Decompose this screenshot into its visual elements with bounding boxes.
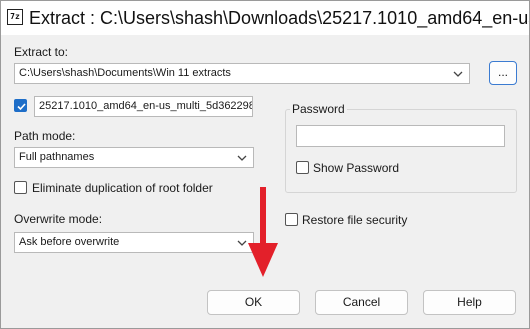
browse-button[interactable]: ... [489,61,517,85]
chevron-down-icon[interactable] [237,154,247,162]
show-password-checkbox[interactable] [296,161,309,174]
overwrite-mode-value: Ask before overwrite [19,236,120,248]
path-mode-value: Full pathnames [19,151,95,163]
restore-security-label: Restore file security [302,213,408,227]
extract-to-value: C:\Users\shash\Documents\Win 11 extracts [19,67,231,79]
password-group [285,109,517,193]
subfolder-name-value: 25217.1010_amd64_en-us_multi_5d362298_ [39,100,252,112]
eliminate-duplication-checkbox[interactable] [14,181,27,194]
checkmark-icon [17,103,26,111]
password-input[interactable] [296,125,505,147]
restore-security-checkbox[interactable] [285,213,298,226]
path-mode-combo[interactable]: Full pathnames [14,147,254,168]
window-title: Extract : C:\Users\shash\Downloads\25217… [29,8,529,28]
overwrite-mode-label: Overwrite mode: [14,212,103,226]
subfolder-checkbox[interactable] [14,99,27,112]
path-mode-label: Path mode: [14,129,76,143]
extract-to-combo[interactable]: C:\Users\shash\Documents\Win 11 extracts [14,63,470,84]
chevron-down-icon[interactable] [453,70,463,78]
password-label: Password [290,102,347,116]
7zip-app-icon: 7z [7,9,23,25]
overwrite-mode-combo[interactable]: Ask before overwrite [14,232,254,253]
extract-dialog: 7z Extract : C:\Users\shash\Downloads\25… [0,0,530,329]
cancel-button[interactable]: Cancel [315,290,408,315]
subfolder-name-input[interactable]: 25217.1010_amd64_en-us_multi_5d362298_ [34,96,253,117]
show-password-label: Show Password [313,161,400,175]
red-arrow-annotation-icon [248,187,278,277]
title-bar[interactable]: 7z Extract : C:\Users\shash\Downloads\25… [1,1,529,35]
help-button[interactable]: Help [423,290,516,315]
ok-button[interactable]: OK [207,290,300,315]
eliminate-duplication-label: Eliminate duplication of root folder [32,181,213,195]
extract-to-label: Extract to: [14,45,69,59]
